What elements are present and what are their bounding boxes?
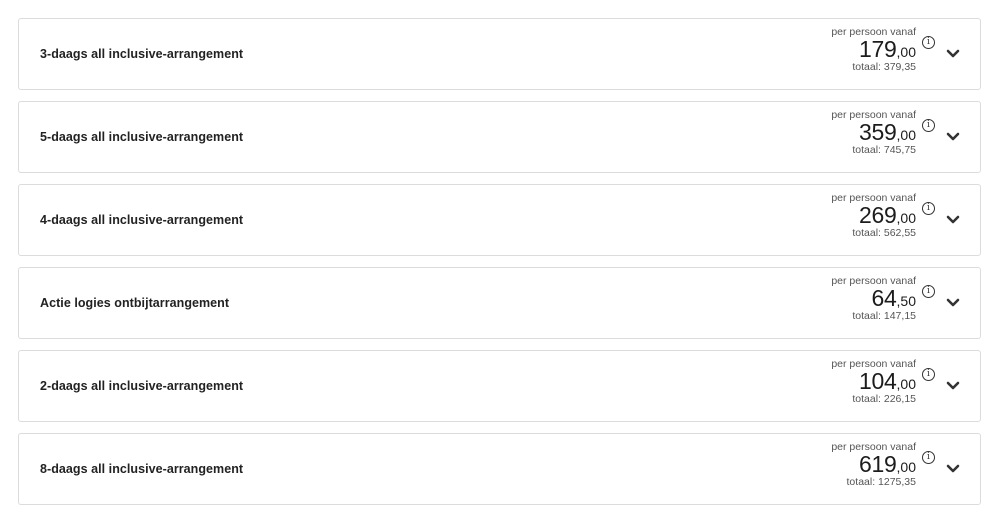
price-integer: 269: [859, 202, 897, 228]
info-icon[interactable]: i: [922, 202, 935, 215]
price-block: per persoon vanaf 64,50 i totaal: 147,15: [776, 275, 935, 323]
price: 359,00 i: [776, 119, 935, 145]
offer-list: 3-daags all inclusive-arrangement per pe…: [18, 18, 981, 516]
price-decimal: ,00: [896, 127, 916, 143]
offer-title: Actie logies ontbijtarrangement: [40, 296, 230, 310]
total-price: totaal: 379,35: [852, 61, 916, 73]
price-decimal: ,00: [896, 44, 916, 60]
total-price: totaal: 226,15: [852, 393, 916, 405]
info-icon[interactable]: i: [922, 368, 935, 381]
price: 104,00 i: [776, 368, 935, 394]
chevron-down-icon[interactable]: [946, 215, 960, 225]
price-integer: 104: [859, 368, 897, 394]
chevron-down-icon[interactable]: [946, 298, 960, 308]
offer-title: 8-daags all inclusive-arrangement: [40, 462, 244, 476]
chevron-down-icon[interactable]: [946, 49, 960, 59]
offer-title: 3-daags all inclusive-arrangement: [40, 47, 244, 61]
price-block: per persoon vanaf 269,00 i totaal: 562,5…: [776, 192, 935, 240]
price-decimal: ,50: [896, 293, 916, 309]
price-decimal: ,00: [896, 376, 916, 392]
price-block: per persoon vanaf 359,00 i totaal: 745,7…: [776, 109, 935, 157]
info-icon[interactable]: i: [922, 119, 935, 132]
total-price: totaal: 147,15: [852, 310, 916, 322]
price-integer: 179: [859, 36, 897, 62]
price: 179,00 i: [776, 36, 935, 62]
offer-card[interactable]: 3-daags all inclusive-arrangement per pe…: [18, 18, 981, 90]
price-block: per persoon vanaf 104,00 i totaal: 226,1…: [776, 358, 935, 406]
chevron-down-icon[interactable]: [946, 381, 960, 391]
total-price: totaal: 562,55: [852, 227, 916, 239]
info-icon[interactable]: i: [922, 285, 935, 298]
price-block: per persoon vanaf 619,00 i totaal: 1275,…: [776, 441, 935, 489]
price-decimal: ,00: [896, 459, 916, 475]
info-icon[interactable]: i: [922, 36, 935, 49]
offer-card[interactable]: 4-daags all inclusive-arrangement per pe…: [18, 184, 981, 256]
offer-title: 5-daags all inclusive-arrangement: [40, 130, 244, 144]
offer-card[interactable]: 2-daags all inclusive-arrangement per pe…: [18, 350, 981, 422]
price-block: per persoon vanaf 179,00 i totaal: 379,3…: [776, 26, 935, 74]
price-integer: 64: [871, 285, 897, 311]
offer-card[interactable]: Actie logies ontbijtarrangement per pers…: [18, 267, 981, 339]
offer-title: 4-daags all inclusive-arrangement: [40, 213, 244, 227]
chevron-down-icon[interactable]: [946, 464, 960, 474]
total-price: totaal: 1275,35: [846, 476, 916, 488]
price-integer: 619: [859, 451, 897, 477]
price: 64,50 i: [776, 285, 935, 311]
offer-card[interactable]: 5-daags all inclusive-arrangement per pe…: [18, 101, 981, 173]
info-icon[interactable]: i: [922, 451, 935, 464]
offer-title: 2-daags all inclusive-arrangement: [40, 379, 244, 393]
price: 619,00 i: [776, 451, 935, 477]
offer-card[interactable]: 8-daags all inclusive-arrangement per pe…: [18, 433, 981, 505]
price: 269,00 i: [776, 202, 935, 228]
price-decimal: ,00: [896, 210, 916, 226]
chevron-down-icon[interactable]: [946, 132, 960, 142]
total-price: totaal: 745,75: [852, 144, 916, 156]
price-integer: 359: [859, 119, 897, 145]
